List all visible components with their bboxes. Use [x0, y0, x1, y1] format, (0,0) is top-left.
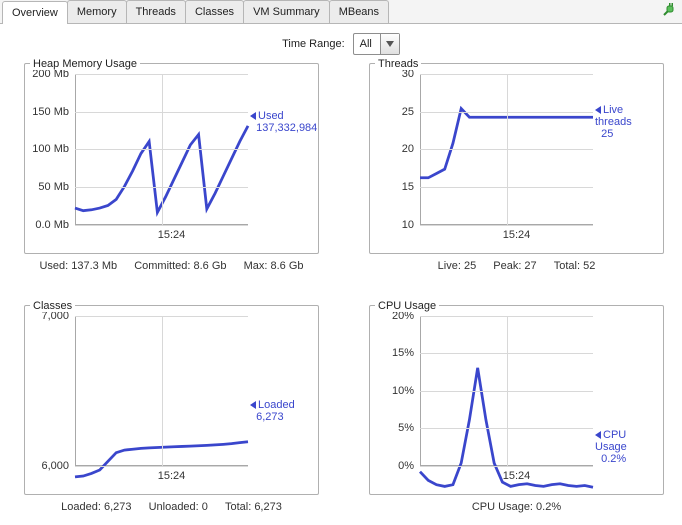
tab-classes[interactable]: Classes	[185, 0, 244, 23]
chart-cpu[interactable]: 0%5%10%15%20% CPU Usage 0.2% 15:24	[369, 305, 664, 496]
legend-cpu-usage: CPU Usage 0.2%	[595, 429, 661, 465]
y-axis: 0%5%10%15%20%	[370, 316, 418, 467]
tab-label: VM Summary	[253, 6, 320, 18]
panel-threads: Threads 1015202530 Live threads 25 15:24	[369, 58, 664, 272]
tab-bar: Overview Memory Threads Classes VM Summa…	[0, 0, 682, 24]
plot-area: Used 137,332,984	[75, 74, 248, 225]
tab-mbeans[interactable]: MBeans	[329, 0, 389, 23]
tab-label: Overview	[12, 7, 58, 19]
plug-icon	[662, 3, 678, 19]
panel-title: Heap Memory Usage	[30, 58, 140, 70]
tab-memory[interactable]: Memory	[67, 0, 127, 23]
panel-classes: Classes 6,0007,000 Loaded 6,273 15:24	[24, 300, 319, 514]
chart-heap-memory[interactable]: 0.0 Mb50 Mb100 Mb150 Mb200 Mb Used 137,3…	[24, 63, 319, 254]
chart-classes[interactable]: 6,0007,000 Loaded 6,273 15:24	[24, 305, 319, 496]
chart-threads[interactable]: 1015202530 Live threads 25 15:24	[369, 63, 664, 254]
legend-used: Used 137,332,984	[250, 110, 317, 134]
y-axis: 1015202530	[370, 74, 418, 225]
summary-heap: Used: 137.3 Mb Committed: 8.6 Gb Max: 8.…	[24, 260, 319, 272]
time-range-label: Time Range:	[282, 38, 345, 50]
tab-label: MBeans	[339, 6, 379, 18]
panel-cpu: CPU Usage 0%5%10%15%20% CPU Usage 0.2% 1…	[369, 300, 664, 514]
triangle-left-icon	[595, 106, 601, 114]
panel-heap-memory: Heap Memory Usage 0.0 Mb50 Mb100 Mb150 M…	[24, 58, 319, 272]
panel-title: Threads	[375, 58, 421, 70]
panel-title: CPU Usage	[375, 300, 439, 312]
tab-threads[interactable]: Threads	[126, 0, 186, 23]
time-range-row: Time Range: All	[0, 30, 682, 58]
y-axis: 6,0007,000	[25, 316, 73, 467]
tab-overview[interactable]: Overview	[2, 1, 68, 24]
x-tick: 15:24	[158, 470, 186, 482]
legend-live-threads: Live threads 25	[595, 104, 661, 140]
legend-loaded: Loaded 6,273	[250, 399, 295, 423]
x-tick: 15:24	[503, 470, 531, 482]
panel-title: Classes	[30, 300, 75, 312]
tab-label: Threads	[136, 6, 176, 18]
time-range-select[interactable]: All	[353, 33, 400, 55]
summary-cpu: CPU Usage: 0.2%	[369, 501, 664, 513]
plot-area: Loaded 6,273	[75, 316, 248, 467]
chevron-down-icon	[380, 34, 399, 54]
summary-threads: Live: 25 Peak: 27 Total: 52	[369, 260, 664, 272]
y-axis: 0.0 Mb50 Mb100 Mb150 Mb200 Mb	[25, 74, 73, 225]
tab-label: Memory	[77, 6, 117, 18]
reconnect-button[interactable]	[662, 3, 678, 22]
plot-area: CPU Usage 0.2%	[420, 316, 593, 467]
x-tick: 15:24	[503, 229, 531, 241]
summary-classes: Loaded: 6,273 Unloaded: 0 Total: 6,273	[24, 501, 319, 513]
triangle-left-icon	[250, 112, 256, 120]
triangle-left-icon	[595, 431, 601, 439]
triangle-left-icon	[250, 401, 256, 409]
tab-vm-summary[interactable]: VM Summary	[243, 0, 330, 23]
x-tick: 15:24	[158, 229, 186, 241]
plot-area: Live threads 25	[420, 74, 593, 225]
tab-label: Classes	[195, 6, 234, 18]
time-range-value: All	[354, 38, 380, 50]
